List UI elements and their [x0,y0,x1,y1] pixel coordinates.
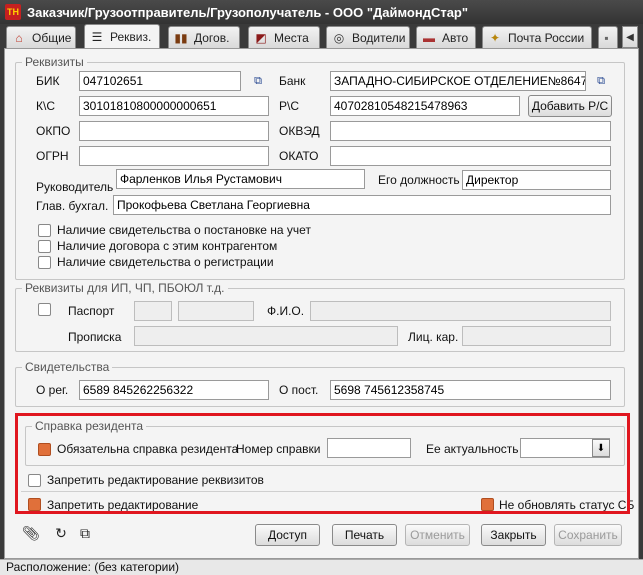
overflow-tab-icon: ▪ [604,30,609,45]
ogrn-label: ОГРН [36,149,69,163]
eagle-icon: ✦ [489,30,501,45]
status-bar: Расположение: (без категории) [0,559,643,575]
requisites-group: Реквизиты БИК 047102651 ⧉ Банк ЗАПАДНО-С… [15,55,625,280]
truck-icon: ▬ [423,30,435,45]
accountant-label: Глав. бухгал. [36,199,109,213]
tab-requisites[interactable]: ☰ Реквиз. [84,24,160,48]
cancel-button[interactable]: Отменить [405,524,470,546]
paperclip-icon[interactable]: 📎︎ [22,525,40,541]
ip-requisites-group: Реквизиты для ИП, ЧП, ПБОЮЛ т.д. Паспорт… [15,281,625,352]
tab-places[interactable]: ◩ Места [248,26,320,48]
window-title: Заказчик/Грузоотправитель/Грузополучател… [27,4,469,20]
steering-wheel-icon: ◎ [333,30,345,45]
tab-scroll-left[interactable]: ◀ [622,26,638,48]
registration-doc-label: Наличие свидетельства о регистрации [57,255,274,269]
tab-label: Реквиз. [110,29,152,44]
okato-field[interactable] [330,146,611,166]
bank-label: Банк [279,74,306,88]
tab-label: Догов. [194,30,230,45]
tab-label: Общие [32,30,72,45]
copy-icon[interactable]: ⧉ [77,525,93,541]
chevron-left-icon: ◀ [626,31,634,43]
okpo-field[interactable] [79,121,269,141]
passport-series-field[interactable] [134,301,172,321]
opost-field[interactable]: 5698 745612358745 [330,380,611,400]
print-button[interactable]: Печать [332,524,397,546]
okpo-label: ОКПО [36,124,71,138]
tab-auto[interactable]: ▬ Авто [416,26,476,48]
propiska-label: Прописка [68,330,122,344]
passport-label: Паспорт [68,304,115,318]
add-account-button[interactable]: Добавить Р/С [528,95,612,117]
bik-label: БИК [36,74,60,88]
tab-general[interactable]: ⌂ Общие [6,26,76,48]
fio-label: Ф.И.О. [267,304,305,318]
group-title: Реквизиты [22,55,87,69]
bik-field[interactable]: 047102651 [79,71,241,91]
registration-cert-checkbox[interactable] [38,224,51,237]
dialog-window: TH Заказчик/Грузоотправитель/Грузополуча… [0,0,643,575]
list-icon: ☰ [91,29,103,44]
opost-label: О пост. [279,383,319,397]
access-button[interactable]: Доступ [255,524,320,546]
oreg-field[interactable]: 6589 845262256322 [79,380,269,400]
tab-label: Почта России [508,30,585,45]
home-icon: ⌂ [15,30,23,45]
ks-label: К\С [36,99,55,113]
group-title: Свидетельства [22,360,113,374]
tab-contracts[interactable]: ▮▮ Догов. [168,26,240,48]
tab-bar: ⌂ Общие ☰ Реквиз. ▮▮ Догов. ◩ Места ◎ Во… [0,24,643,48]
lic-card-label: Лиц. кар. [408,330,459,344]
app-icon: TH [5,4,21,20]
position-field[interactable]: Директор [462,170,611,190]
highlight-box [15,413,630,514]
title-bar: TH Заказчик/Грузоотправитель/Грузополуча… [0,0,643,24]
save-button[interactable]: Сохранить [554,524,622,546]
passport-number-field[interactable] [178,301,254,321]
fio-field[interactable] [310,301,611,321]
certificates-group: Свидетельства О рег. 6589 845262256322 О… [15,360,625,407]
tab-drivers[interactable]: ◎ Водители [326,26,410,48]
contract-exists-checkbox[interactable] [38,240,51,253]
close-button[interactable]: Закрыть [481,524,546,546]
rs-label: Р\С [279,99,300,113]
contract-exists-label: Наличие договора с этим контрагентом [57,239,278,253]
head-label: Руководитель [36,180,114,194]
ip-checkbox[interactable] [38,303,51,316]
flag-icon: ◩ [255,30,267,45]
head-field[interactable]: Фарленков Илья Рустамович [116,169,365,189]
okato-label: ОКАТО [279,149,319,163]
bank-field[interactable]: ЗАПАДНО-СИБИРСКОЕ ОТДЕЛЕНИЕ№8647 ПАО СБ [330,71,586,91]
tab-label: Места [274,30,309,45]
binders-icon: ▮▮ [174,30,188,45]
oreg-label: О рег. [36,383,69,397]
tab-label: Водители [352,30,406,45]
accountant-field[interactable]: Прокофьева Светлана Георгиевна [113,195,611,215]
okved-label: ОКВЭД [279,124,320,138]
ks-field[interactable]: 30101810800000000651 [79,96,269,116]
registration-doc-checkbox[interactable] [38,256,51,269]
rs-field[interactable]: 40702810548215478963 [330,96,520,116]
propiska-field[interactable] [134,326,398,346]
tab-more[interactable]: ▪ [598,26,618,48]
bik-lookup-icon[interactable]: ⧉ [251,74,265,88]
position-label: Его должность [378,173,460,187]
group-title: Реквизиты для ИП, ЧП, ПБОЮЛ т.д. [22,281,228,295]
refresh-icon[interactable]: ↻ [53,525,69,541]
lic-card-field[interactable] [462,326,611,346]
registration-cert-label: Наличие свидетельства о постановке на уч… [57,223,311,237]
tab-russian-post[interactable]: ✦ Почта России [482,26,592,48]
ogrn-field[interactable] [79,146,269,166]
bank-lookup-icon[interactable]: ⧉ [594,74,608,88]
tab-label: Авто [442,30,469,45]
okved-field[interactable] [330,121,611,141]
